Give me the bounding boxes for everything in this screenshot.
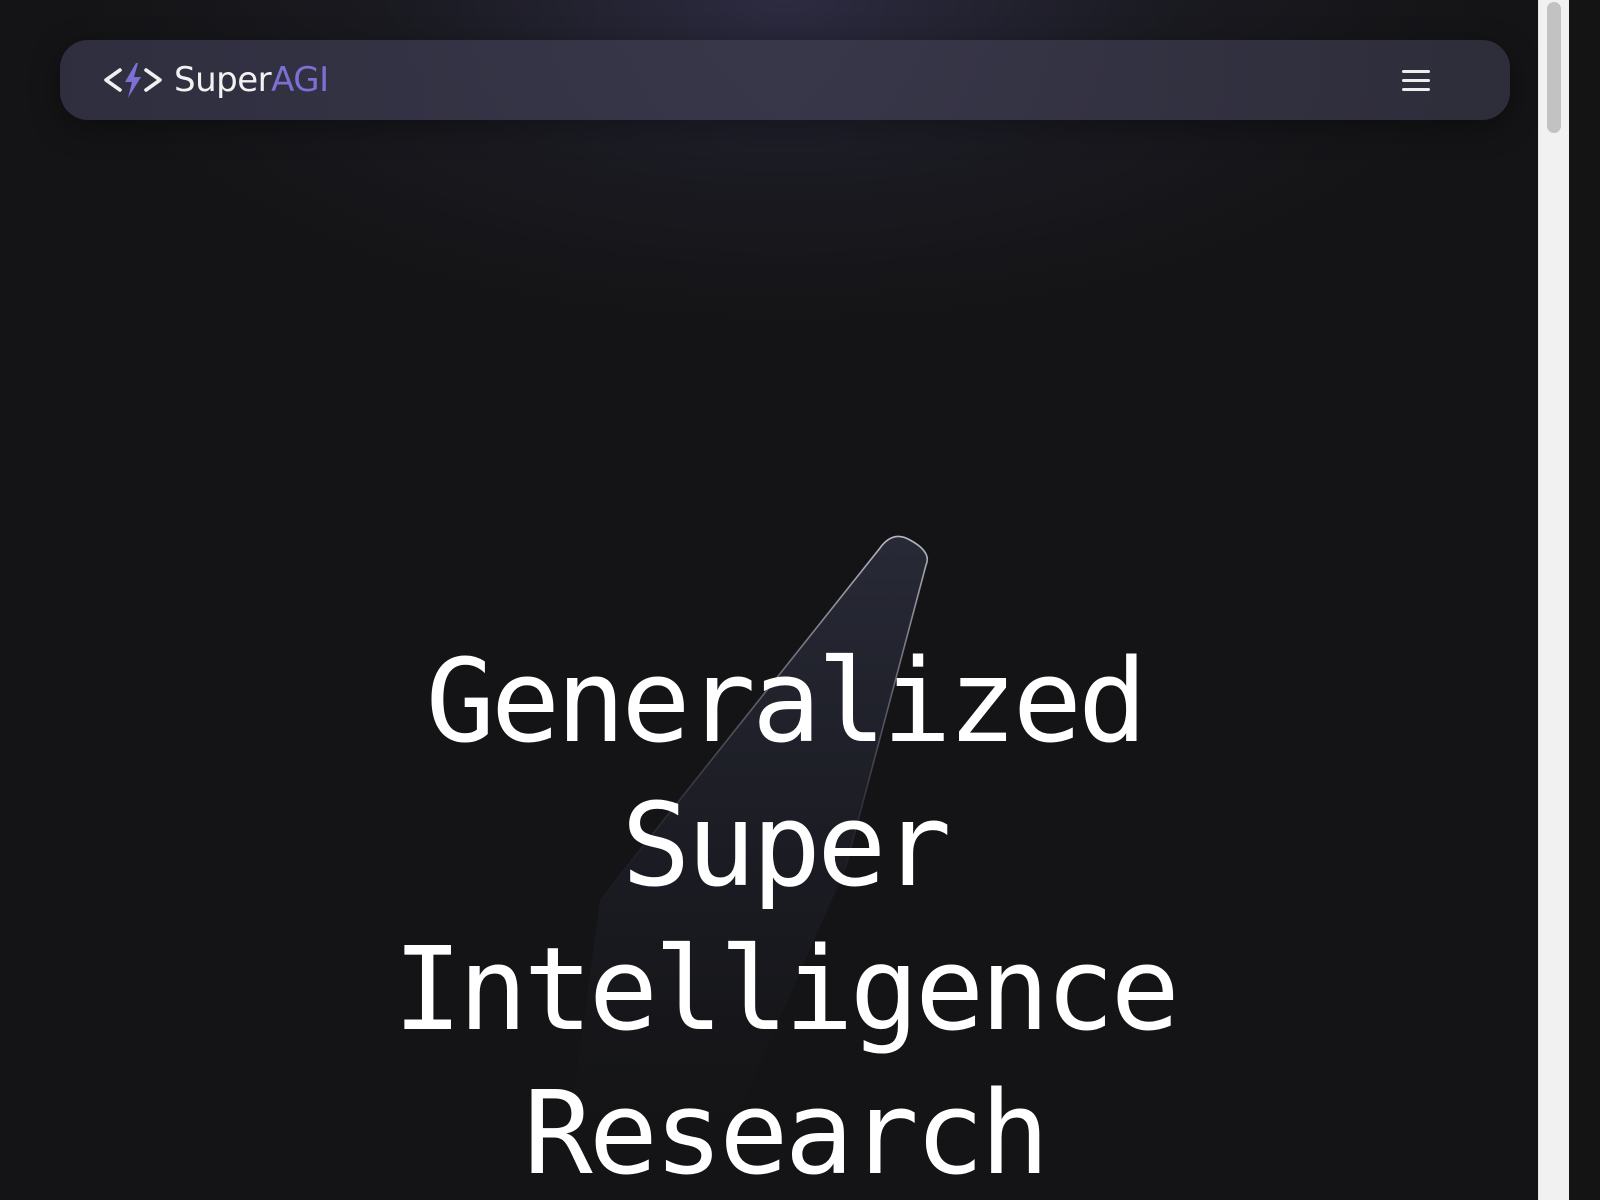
menu-bar [1402,79,1430,82]
hero-title-line: Research [523,1067,1050,1200]
hero-title-line: Super [621,779,951,913]
brand-name: SuperAGI [174,58,329,102]
vertical-scrollbar[interactable] [1538,0,1569,1200]
page: SuperAGI Generalized Super Intelligence … [0,0,1569,1200]
menu-bar [1402,88,1430,91]
brand-name-accent: AGI [271,60,329,100]
hero-title: Generalized Super Intelligence Research [0,630,1569,1200]
menu-bar [1402,70,1430,73]
superagi-logo[interactable]: SuperAGI [102,58,329,102]
top-navbar: SuperAGI [60,40,1510,120]
code-bolt-icon [104,63,162,98]
scrollbar-thumb[interactable] [1547,2,1561,133]
hero-title-line: Generalized [425,635,1148,769]
hamburger-menu-icon[interactable] [1400,66,1432,94]
brand-name-primary: Super [174,60,272,100]
hero-title-line: Intelligence [393,923,1180,1057]
